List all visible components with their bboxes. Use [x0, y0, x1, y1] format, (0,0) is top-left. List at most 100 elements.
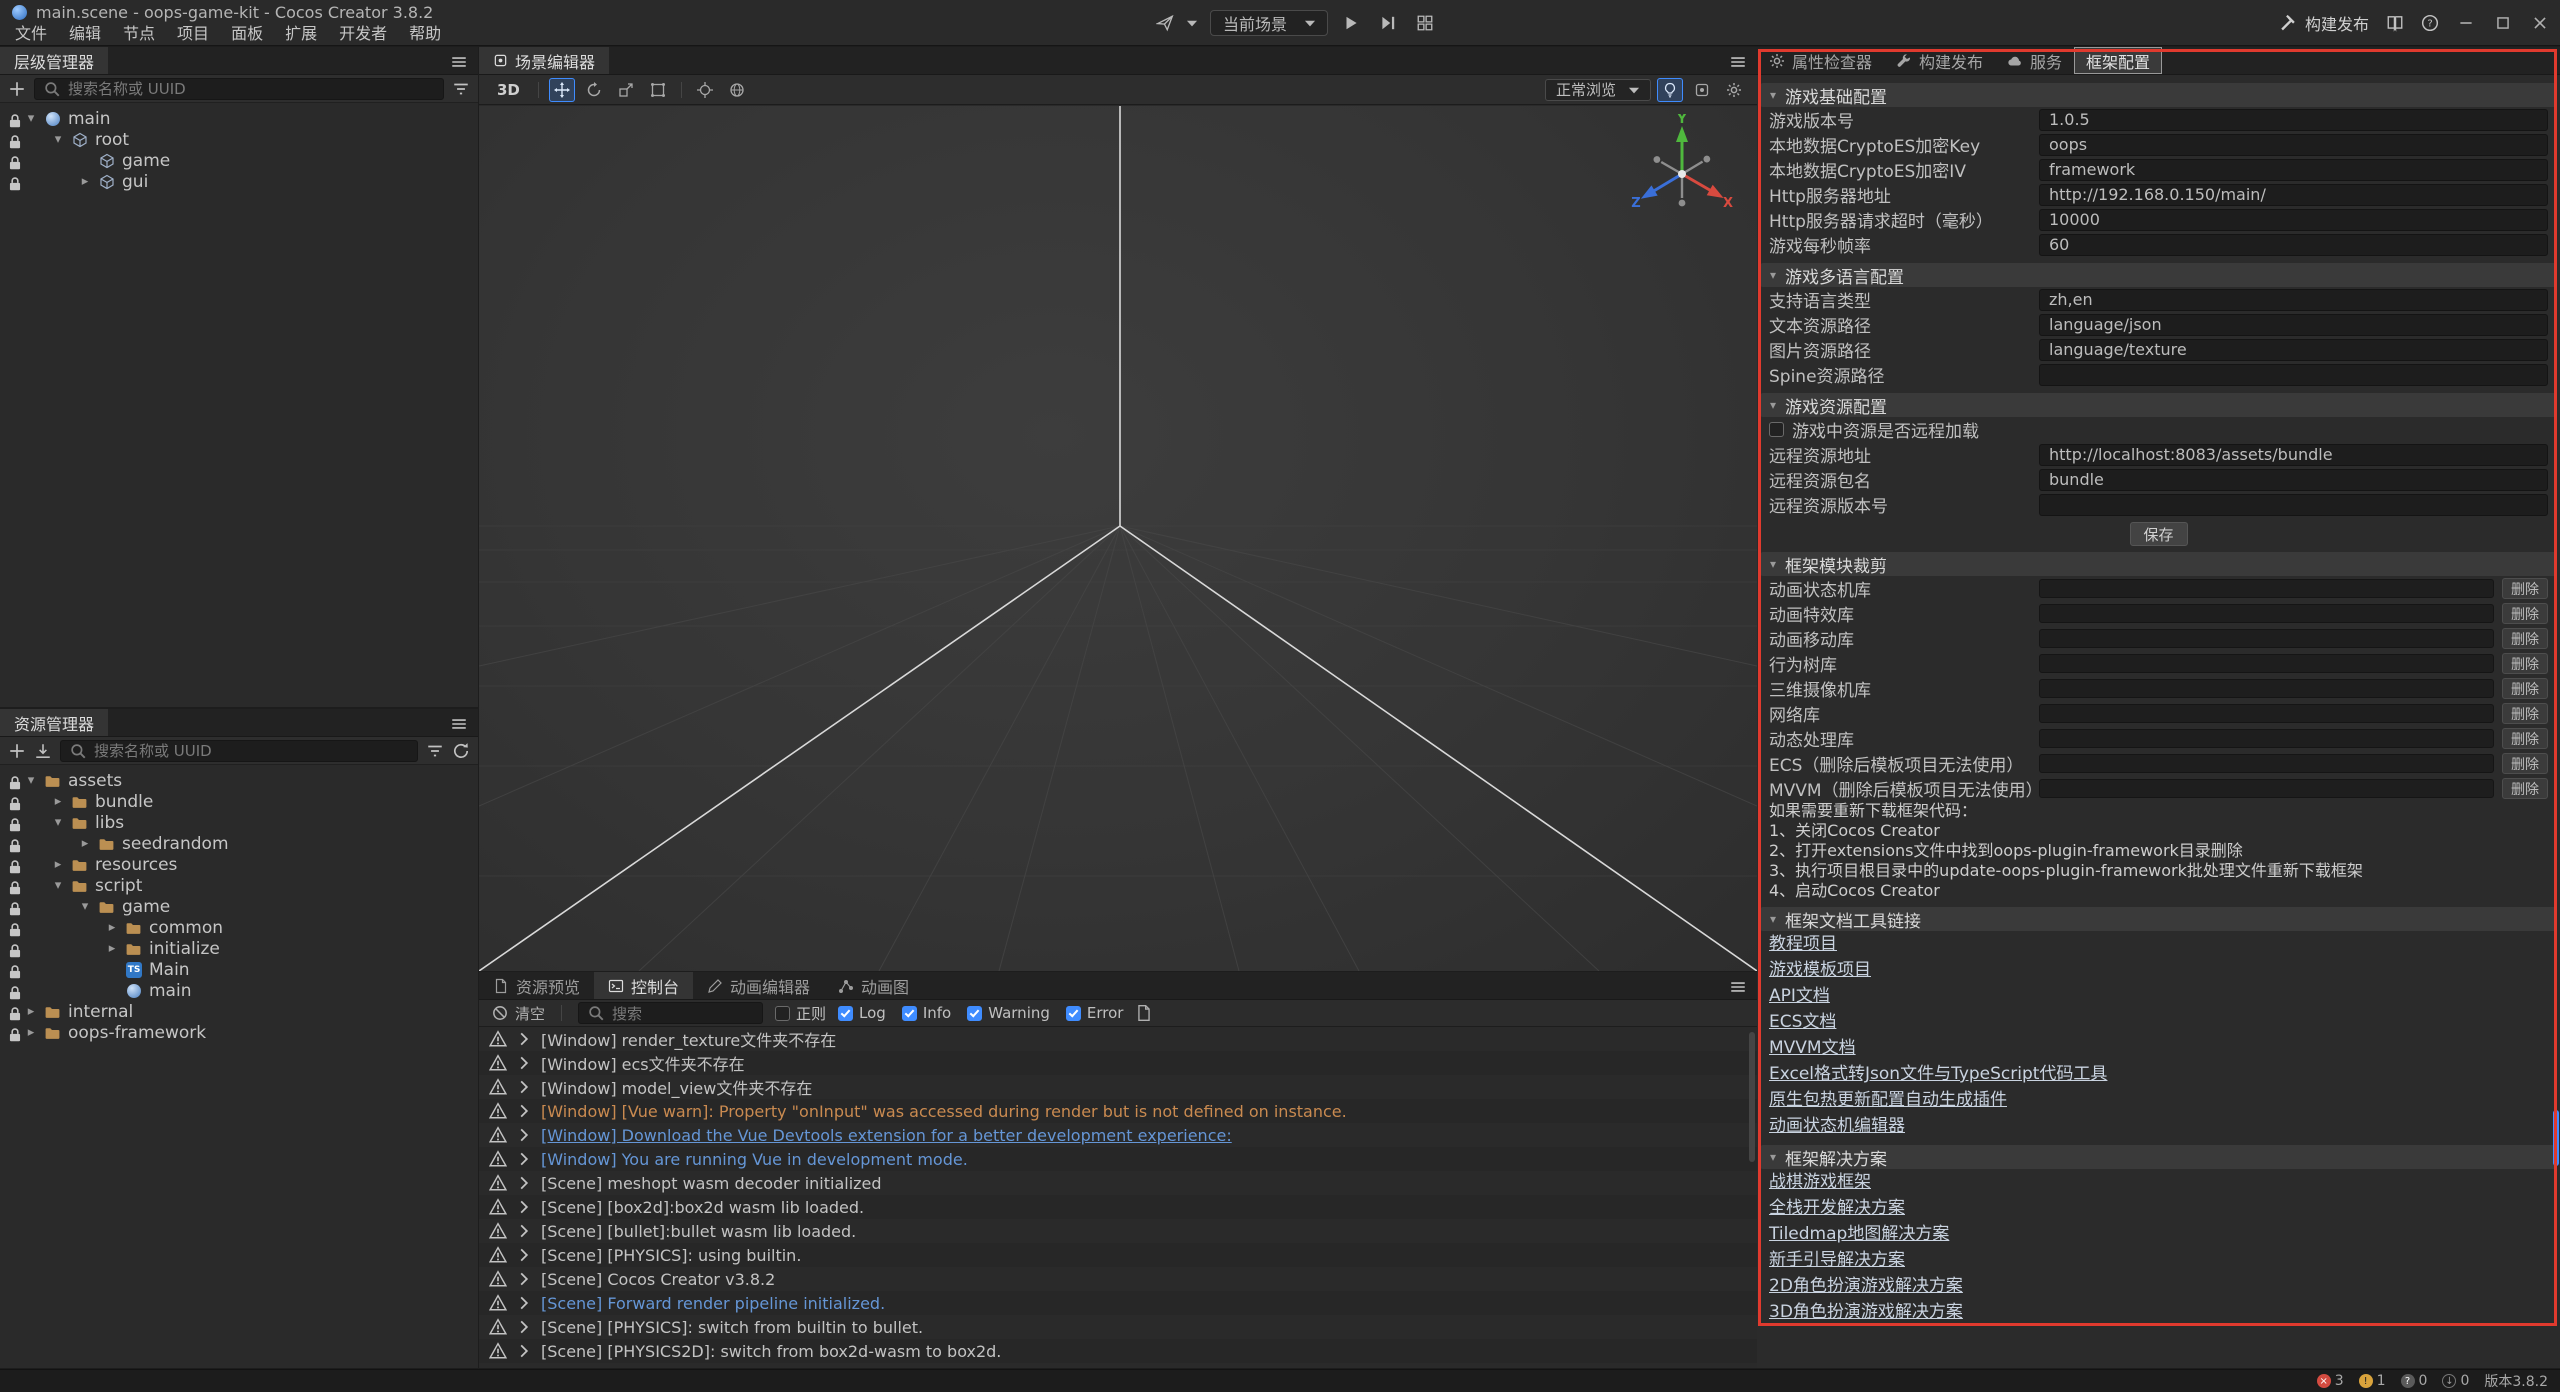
refresh-icon[interactable]	[452, 742, 470, 760]
inspector-tab[interactable]: 服务	[1995, 47, 2074, 74]
text-input[interactable]: language/json	[2039, 314, 2548, 336]
text-input[interactable]: framework	[2039, 159, 2548, 181]
expand-chevron-icon[interactable]	[515, 1078, 533, 1096]
expand-chevron-icon[interactable]	[515, 1342, 533, 1360]
play-button[interactable]	[1337, 10, 1365, 36]
add-asset-icon[interactable]	[8, 742, 26, 760]
section-header-resources[interactable]: 游戏资源配置	[1760, 393, 2557, 417]
maximize-button[interactable]	[2493, 13, 2513, 33]
menu-item[interactable]: 扩展	[274, 23, 328, 45]
module-delete-button[interactable]: 删除	[2502, 728, 2548, 749]
inspector-tab[interactable]: 构建发布	[1884, 47, 1995, 74]
regex-checkbox[interactable]: 正则	[775, 1003, 826, 1024]
menu-item[interactable]: 项目	[166, 23, 220, 45]
console-log-row[interactable]: [Window] You are running Vue in developm…	[479, 1147, 1757, 1171]
doc-link[interactable]: Excel格式转Json文件与TypeScript代码工具	[1757, 1061, 2560, 1087]
section-header-modules[interactable]: 框架模块裁剪	[1760, 552, 2557, 576]
expand-arrow[interactable]	[51, 815, 65, 830]
section-header-solutions[interactable]: 框架解决方案	[1760, 1145, 2557, 1169]
build-publish-button[interactable]: 构建发布	[2279, 11, 2369, 35]
menu-item[interactable]: 开发者	[328, 23, 398, 45]
panel-menu-icon[interactable]	[450, 715, 468, 733]
asset-node[interactable]: assets	[0, 770, 478, 791]
doc-link[interactable]: 动画状态机编辑器	[1757, 1113, 2560, 1139]
module-delete-button[interactable]: 删除	[2502, 603, 2548, 624]
console-log-row[interactable]: [Scene] [PHYSICS]: using builtin.	[479, 1243, 1757, 1267]
mode-3d-button[interactable]: 3D	[489, 81, 528, 99]
filter-icon[interactable]	[452, 80, 470, 98]
package-count[interactable]: 0	[2442, 1373, 2469, 1389]
solution-link[interactable]: 全栈开发解决方案	[1757, 1195, 2560, 1221]
hierarchy-node[interactable]: game	[0, 150, 478, 171]
pivot-mode-button[interactable]	[692, 78, 718, 102]
scale-tool-button[interactable]	[613, 78, 639, 102]
section-header-i18n[interactable]: 游戏多语言配置	[1760, 263, 2557, 287]
hierarchy-node[interactable]: main	[0, 108, 478, 129]
panel-menu-icon[interactable]	[1729, 978, 1747, 996]
expand-arrow[interactable]	[78, 836, 92, 851]
expand-chevron-icon[interactable]	[515, 1030, 533, 1048]
manual-book-icon[interactable]	[2386, 14, 2404, 32]
asset-node[interactable]: game	[0, 896, 478, 917]
expand-chevron-icon[interactable]	[515, 1102, 533, 1120]
expand-arrow[interactable]	[78, 174, 92, 189]
text-input[interactable]: http://localhost:8083/assets/bundle	[2039, 444, 2548, 466]
lighting-toggle-button[interactable]	[1657, 78, 1683, 102]
preview-platform-icon[interactable]	[1156, 14, 1174, 32]
text-input[interactable]	[2039, 364, 2548, 386]
expand-chevron-icon[interactable]	[515, 1126, 533, 1144]
log-file-icon[interactable]	[1135, 1004, 1153, 1022]
scene-viewport[interactable]: Y X Z	[479, 106, 1757, 971]
asset-node[interactable]: seedrandom	[0, 833, 478, 854]
console-log-row[interactable]: [Scene] [bullet]:bullet wasm lib loaded.	[479, 1219, 1757, 1243]
filter-checkbox[interactable]: Warning	[967, 1004, 1050, 1022]
module-delete-button[interactable]: 删除	[2502, 678, 2548, 699]
asset-node[interactable]: common	[0, 917, 478, 938]
asset-node[interactable]: libs	[0, 812, 478, 833]
scene-editor-tab[interactable]: 场景编辑器	[479, 47, 609, 74]
expand-arrow[interactable]	[24, 773, 38, 788]
console-log-row[interactable]: [Scene] [PHYSICS2D]: switch from box2d-w…	[479, 1339, 1757, 1363]
expand-arrow[interactable]	[105, 941, 119, 956]
inspector-tab[interactable]: 框架配置	[2074, 47, 2162, 74]
expand-arrow[interactable]	[78, 899, 92, 914]
module-delete-button[interactable]: 删除	[2502, 753, 2548, 774]
section-header-docs[interactable]: 框架文档工具链接	[1760, 907, 2557, 931]
asset-node[interactable]: main	[0, 980, 478, 1001]
expand-chevron-icon[interactable]	[515, 1222, 533, 1240]
asset-node[interactable]: resources	[0, 854, 478, 875]
text-input[interactable]: 10000	[2039, 209, 2548, 231]
expand-arrow[interactable]	[51, 794, 65, 809]
filter-checkbox[interactable]: Info	[902, 1004, 951, 1022]
doc-link[interactable]: 教程项目	[1757, 931, 2560, 957]
console-scrollbar-thumb[interactable]	[1749, 1032, 1755, 1162]
text-input[interactable]: language/texture	[2039, 339, 2548, 361]
doc-link[interactable]: 原生包热更新配置自动生成插件	[1757, 1087, 2560, 1113]
warning-count[interactable]: 1	[2359, 1373, 2386, 1389]
asset-node[interactable]: internal	[0, 1001, 478, 1022]
console-log-row[interactable]: [Scene] Forward render pipeline initiali…	[479, 1291, 1757, 1315]
hierarchy-node[interactable]: gui	[0, 171, 478, 192]
module-delete-button[interactable]: 删除	[2502, 628, 2548, 649]
expand-arrow[interactable]	[24, 1004, 38, 1019]
console-log-row[interactable]: [Scene] [PHYSICS]: switch from builtin t…	[479, 1315, 1757, 1339]
console-tab[interactable]: 动画编辑器	[693, 972, 824, 999]
add-node-icon[interactable]	[8, 80, 26, 98]
expand-chevron-icon[interactable]	[515, 1270, 533, 1288]
move-tool-button[interactable]	[549, 78, 575, 102]
console-log-row[interactable]: [Scene] Cocos Creator v3.8.2	[479, 1267, 1757, 1291]
text-input[interactable]: oops	[2039, 134, 2548, 156]
console-log-row[interactable]: [Window] model_view文件夹不存在	[479, 1075, 1757, 1099]
expand-chevron-icon[interactable]	[515, 1198, 533, 1216]
asset-node[interactable]: Main	[0, 959, 478, 980]
menu-item[interactable]: 帮助	[398, 23, 452, 45]
console-log-row[interactable]: [Window] Download the Vue Devtools exten…	[479, 1123, 1757, 1147]
console-log-row[interactable]: [Window] render_texture文件夹不存在	[479, 1027, 1757, 1051]
scene-settings-gear-icon[interactable]	[1721, 78, 1747, 102]
asset-node[interactable]: initialize	[0, 938, 478, 959]
inspector-scrollbar-thumb[interactable]	[2553, 1110, 2559, 1166]
save-button[interactable]: 保存	[2130, 522, 2188, 546]
console-log-row[interactable]: [Window] [Vue warn]: Property "onInput" …	[479, 1099, 1757, 1123]
hierarchy-search-input[interactable]: 搜索名称或 UUID	[34, 78, 444, 100]
expand-chevron-icon[interactable]	[515, 1174, 533, 1192]
